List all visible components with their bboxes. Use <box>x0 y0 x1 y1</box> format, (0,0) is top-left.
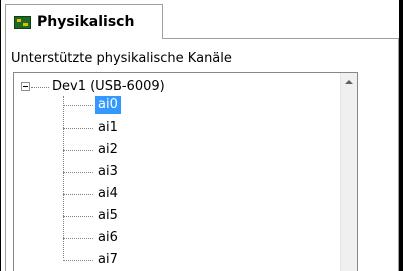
tree-node-ai6[interactable]: ai6 <box>63 229 123 247</box>
channel-dialog: Physikalisch Unterstützte physikalische … <box>0 0 403 271</box>
tree-node-label: ai2 <box>98 142 118 157</box>
tree-node-ai0[interactable]: ai0 <box>63 96 123 114</box>
scroll-up-arrow-icon[interactable] <box>341 73 357 90</box>
tree-connector <box>31 87 49 88</box>
tree-node-label: Dev1 (USB-6009) <box>52 79 165 94</box>
collapse-minus-icon[interactable] <box>21 82 30 91</box>
panel-border-right <box>398 38 399 271</box>
tree-node-label: ai3 <box>98 164 118 179</box>
tree-connector <box>63 194 93 195</box>
vertical-scrollbar[interactable] <box>340 73 357 271</box>
tree-node-label: ai4 <box>98 186 118 201</box>
tree-node-ai5[interactable]: ai5 <box>63 207 123 225</box>
tree-connector <box>63 128 93 129</box>
tree-node-label: ai1 <box>98 120 118 135</box>
tree-node-label: ai0 <box>95 96 121 114</box>
panel-border-left <box>5 38 6 271</box>
channels-group-label: Unterstützte physikalische Kanäle <box>11 51 232 66</box>
window-edge-left <box>0 0 1 271</box>
tab-physikalisch[interactable]: Physikalisch <box>5 4 163 39</box>
tree-node-ai1[interactable]: ai1 <box>63 119 123 137</box>
daq-device-icon <box>14 16 31 29</box>
tree-node-ai7[interactable]: ai7 <box>63 251 123 269</box>
tab-label: Physikalisch <box>37 14 135 30</box>
tree-connector <box>63 150 93 151</box>
tree-node-ai4[interactable]: ai4 <box>63 185 123 203</box>
tree-connector <box>63 238 93 239</box>
tree-node-ai2[interactable]: ai2 <box>63 141 123 159</box>
tree-connector <box>63 105 93 106</box>
window-edge-right <box>399 0 403 271</box>
tree-connector <box>63 216 93 217</box>
tree-node-label: ai7 <box>98 252 118 267</box>
tab-strip-divider <box>163 38 399 39</box>
tree-node-ai3[interactable]: ai3 <box>63 163 123 181</box>
tree-node-label: ai6 <box>98 230 118 245</box>
tree-node-label: ai5 <box>98 208 118 223</box>
tree-connector <box>63 260 93 261</box>
tree-connector <box>63 172 93 173</box>
